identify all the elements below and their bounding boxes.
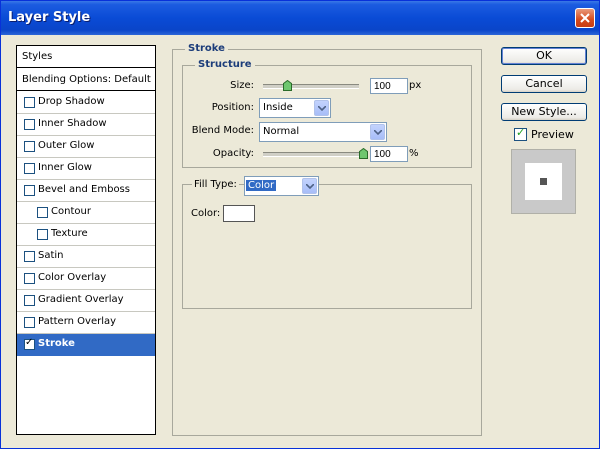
style-item-checkbox[interactable] [37, 229, 48, 240]
style-item-label: Inner Glow [38, 162, 92, 173]
opacity-unit: % [409, 148, 419, 159]
style-item-label: Bevel and Emboss [38, 184, 130, 195]
style-item-checkbox[interactable] [24, 295, 35, 306]
chevron-down-icon[interactable] [302, 178, 317, 194]
blend-mode-value: Normal [263, 126, 300, 137]
window-title: Layer Style [8, 10, 91, 25]
size-slider-thumb[interactable] [283, 79, 292, 91]
chevron-down-icon[interactable] [370, 124, 385, 140]
style-item-label: Color Overlay [38, 272, 107, 283]
style-item-checkbox[interactable] [24, 185, 35, 196]
dialog-body: Styles Blending Options: Default Drop Sh… [4, 35, 596, 446]
blending-options-item[interactable]: Blending Options: Default [17, 69, 155, 91]
style-item-outer-glow[interactable]: Outer Glow [17, 136, 155, 158]
opacity-slider-track[interactable] [263, 152, 365, 157]
style-item-label: Drop Shadow [38, 96, 105, 107]
position-value: Inside [263, 102, 293, 113]
style-item-bevel-and-emboss[interactable]: Bevel and Emboss [17, 180, 155, 202]
position-select[interactable]: Inside [259, 98, 331, 118]
blend-mode-select[interactable]: Normal [259, 122, 387, 142]
size-input[interactable] [370, 78, 408, 94]
color-swatch[interactable] [223, 205, 255, 222]
style-item-label: Outer Glow [38, 140, 95, 151]
fill-group [182, 184, 472, 309]
style-item-gradient-overlay[interactable]: Gradient Overlay [17, 290, 155, 312]
close-button[interactable] [575, 8, 595, 28]
styles-list: Styles Blending Options: Default Drop Sh… [16, 45, 156, 435]
preview-dot [540, 178, 547, 185]
preview-swatch [525, 163, 562, 200]
style-preview [511, 149, 576, 214]
style-item-label: Contour [51, 206, 91, 217]
styles-header-label: Styles [22, 51, 53, 62]
blend-mode-label: Blend Mode: [191, 125, 254, 136]
style-item-checkbox[interactable] [24, 97, 35, 108]
fill-type-label: Fill Type: [192, 179, 239, 190]
style-item-checkbox[interactable] [24, 273, 35, 284]
position-label: Position: [211, 102, 254, 113]
structure-title: Structure [195, 59, 255, 70]
style-item-label: Texture [51, 228, 88, 239]
style-item-checkbox[interactable] [24, 119, 35, 130]
opacity-label: Opacity: [212, 148, 254, 159]
ok-button[interactable]: OK [501, 47, 587, 65]
style-item-checkbox[interactable] [37, 207, 48, 218]
style-item-stroke[interactable]: Stroke [17, 334, 155, 356]
style-item-contour[interactable]: Contour [17, 202, 155, 224]
style-item-label: Stroke [38, 338, 75, 349]
blending-options-label: Blending Options: Default [22, 74, 151, 85]
style-item-label: Gradient Overlay [38, 294, 124, 305]
style-item-color-overlay[interactable]: Color Overlay [17, 268, 155, 290]
opacity-slider-thumb[interactable] [359, 147, 368, 159]
styles-header[interactable]: Styles [17, 46, 155, 68]
style-item-checkbox[interactable] [24, 163, 35, 174]
style-item-label: Inner Shadow [38, 118, 107, 129]
color-label: Color: [191, 208, 221, 219]
style-item-checkbox[interactable] [24, 251, 35, 262]
new-style-button[interactable]: New Style... [501, 103, 587, 121]
style-item-inner-glow[interactable]: Inner Glow [17, 158, 155, 180]
style-item-inner-shadow[interactable]: Inner Shadow [17, 114, 155, 136]
title-bar[interactable]: Layer Style [1, 1, 599, 35]
size-unit: px [409, 80, 422, 91]
style-item-pattern-overlay[interactable]: Pattern Overlay [17, 312, 155, 334]
fill-type-select[interactable]: Color [244, 176, 319, 196]
style-item-drop-shadow[interactable]: Drop Shadow [17, 92, 155, 114]
style-item-checkbox[interactable] [24, 317, 35, 328]
fill-type-value: Color [246, 180, 277, 191]
opacity-input[interactable] [370, 146, 408, 162]
style-item-texture[interactable]: Texture [17, 224, 155, 246]
layer-style-dialog: Layer Style Styles Blending Options: Def… [0, 0, 600, 449]
style-item-checkbox[interactable] [24, 337, 35, 350]
style-item-satin[interactable]: Satin [17, 246, 155, 268]
chevron-down-icon[interactable] [314, 100, 329, 116]
size-label: Size: [230, 80, 254, 91]
cancel-button[interactable]: Cancel [501, 75, 587, 93]
style-item-label: Pattern Overlay [38, 316, 117, 327]
style-item-label: Satin [38, 250, 64, 261]
preview-checkbox[interactable] [514, 126, 527, 141]
size-slider-track[interactable] [263, 84, 359, 89]
preview-label[interactable]: Preview [531, 128, 574, 141]
style-item-checkbox[interactable] [24, 141, 35, 152]
